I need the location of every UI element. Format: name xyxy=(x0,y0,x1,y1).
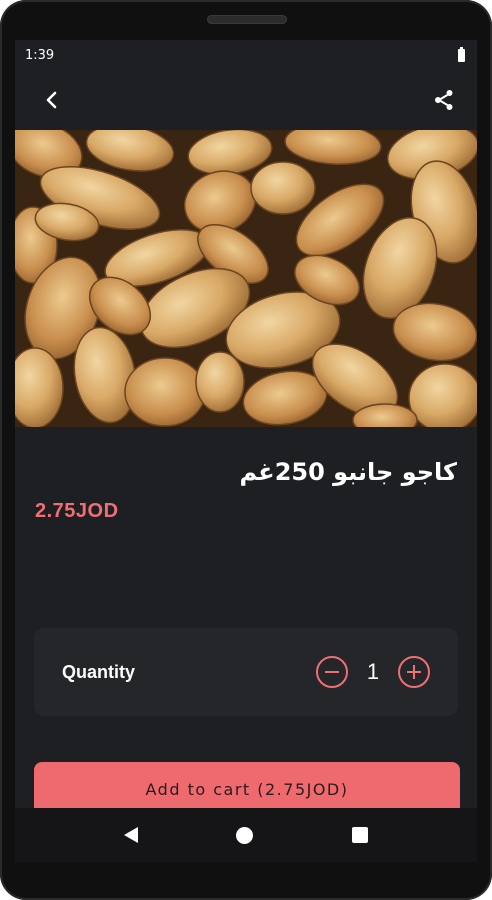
triangle-back-icon[interactable] xyxy=(124,827,139,843)
back-button[interactable] xyxy=(37,85,67,115)
decrement-button[interactable] xyxy=(316,656,348,688)
quantity-label: Quantity xyxy=(62,661,136,682)
system-nav-bar xyxy=(15,808,477,862)
increment-button[interactable] xyxy=(398,656,430,688)
quantity-card: Quantity 1 xyxy=(34,628,458,716)
device-frame: 1:39 كاجو جانبو 250غم 2.75JOD Quantity 1… xyxy=(0,0,492,900)
status-bar: 1:39 xyxy=(15,40,477,70)
product-title: كاجو جانبو 250غم xyxy=(239,458,457,486)
product-image xyxy=(15,130,477,427)
app-bar xyxy=(15,70,477,130)
quantity-stepper: 1 xyxy=(316,656,430,688)
share-button[interactable] xyxy=(429,85,459,115)
cashew-nuts-photo xyxy=(15,130,477,427)
battery-icon xyxy=(458,46,465,62)
status-time: 1:39 xyxy=(25,47,55,63)
app-screen: 1:39 كاجو جانبو 250غم 2.75JOD Quantity 1… xyxy=(15,40,477,862)
circle-home-icon[interactable] xyxy=(236,826,254,844)
product-price: 2.75JOD xyxy=(35,500,119,522)
chevron-left-icon xyxy=(46,91,57,109)
share-icon xyxy=(435,90,453,110)
speaker-grille xyxy=(207,15,287,24)
square-recents-icon[interactable] xyxy=(351,827,368,843)
quantity-value: 1 xyxy=(366,659,380,684)
